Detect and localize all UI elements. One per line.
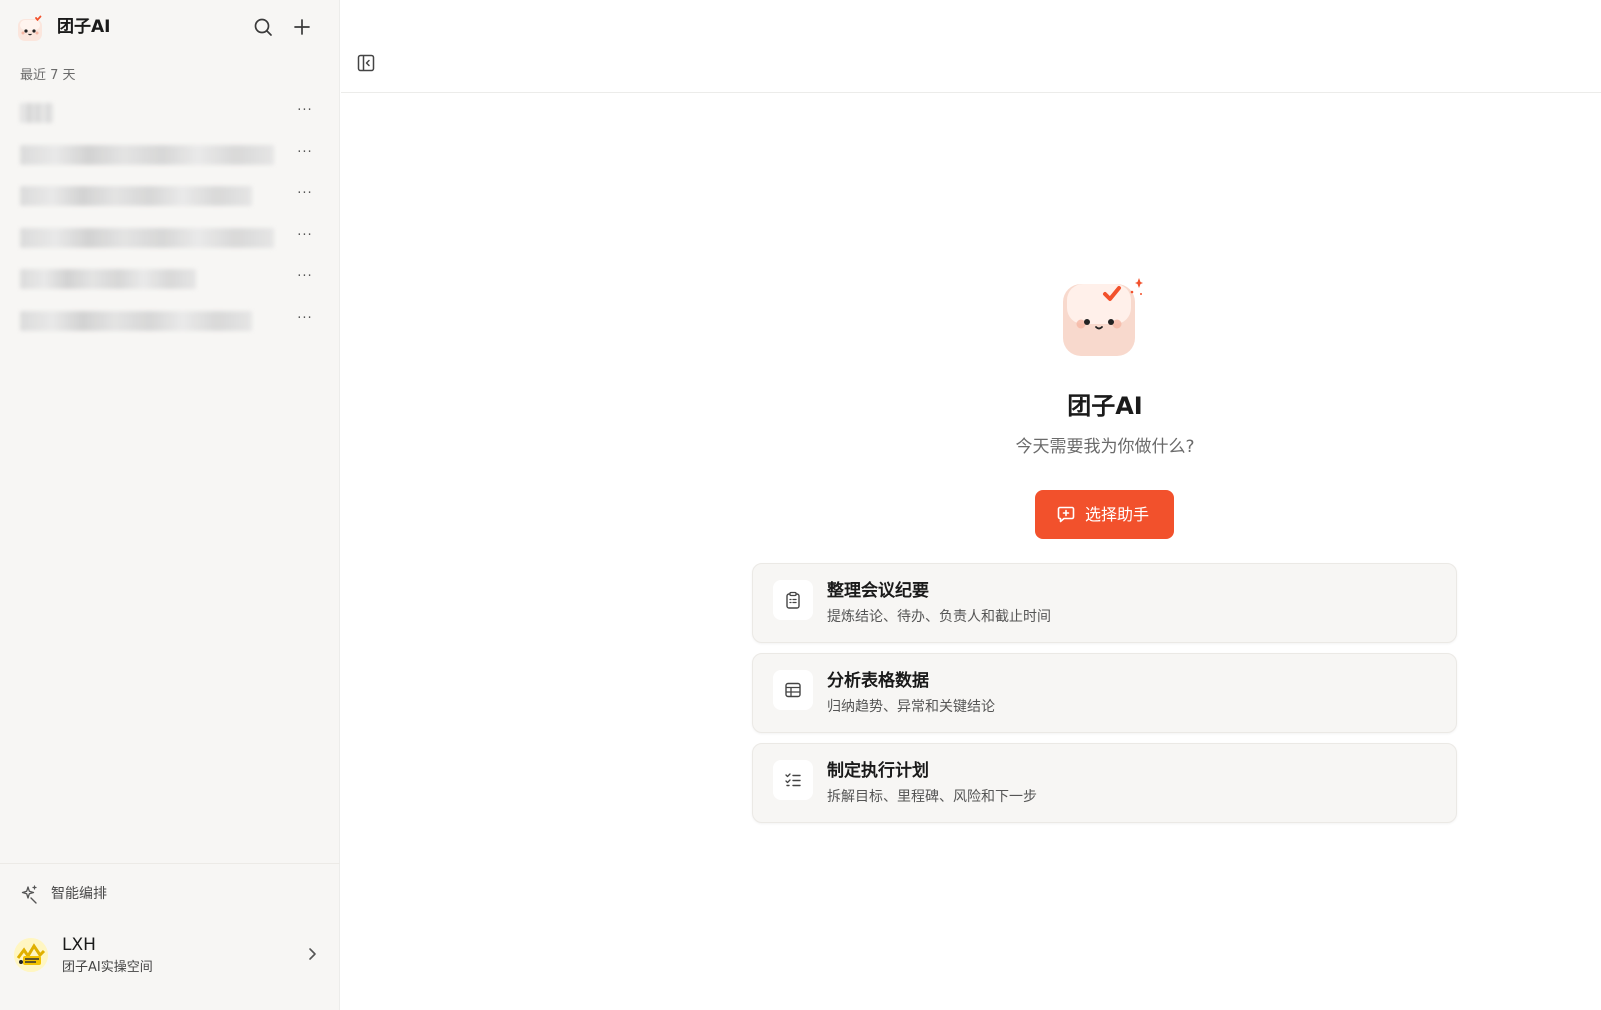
user-name: LXH <box>62 935 96 955</box>
smart-arrange-label: 智能编排 <box>51 886 107 902</box>
top-bar <box>341 0 1601 93</box>
card-icon-box <box>773 760 813 800</box>
conversation-item[interactable]: ··· <box>0 175 340 217</box>
more-options-button[interactable]: ··· <box>294 185 316 207</box>
card-icon-box <box>773 670 813 710</box>
redacted-title <box>20 310 252 331</box>
more-options-button[interactable]: ··· <box>294 102 316 124</box>
redacted-title <box>20 144 274 165</box>
app-title: 团子AI <box>57 17 111 37</box>
card-description: 拆解目标、里程碑、风险和下一步 <box>827 789 1037 805</box>
sparkle-wand-icon <box>21 885 37 904</box>
hero-subtitle: 今天需要我为你做什么? <box>1015 437 1195 457</box>
conversation-item[interactable]: ··· <box>0 258 340 300</box>
card-title: 制定执行计划 <box>827 761 929 781</box>
select-assistant-button[interactable]: 选择助手 <box>1035 490 1174 539</box>
redacted-title <box>20 227 274 248</box>
more-options-button[interactable]: ··· <box>294 144 316 166</box>
section-label-recent: 最近 7 天 <box>20 68 76 83</box>
suggestion-card-table-analysis[interactable]: 分析表格数据 归纳趋势、异常和关键结论 <box>752 653 1457 733</box>
sidebar: 团子AI 最近 7 天 ··· ··· ··· ··· ··· ··· 智能编排… <box>0 0 340 1010</box>
workspace-name: 团子AI实操空间 <box>62 960 153 975</box>
select-assistant-label: 选择助手 <box>1085 505 1150 524</box>
checklist-icon <box>785 773 801 787</box>
table-icon <box>785 682 801 698</box>
user-profile[interactable]: LXH 团子AI实操空间 <box>14 932 330 982</box>
mascot-icon <box>1063 278 1143 356</box>
new-chat-plus-icon[interactable] <box>290 15 314 39</box>
redacted-title <box>20 103 53 123</box>
message-plus-icon <box>1057 506 1075 523</box>
more-options-button[interactable]: ··· <box>294 268 316 290</box>
suggestion-card-meeting-notes[interactable]: 整理会议纪要 提炼结论、待办、负责人和截止时间 <box>752 563 1457 643</box>
user-avatar <box>14 938 48 972</box>
card-title: 分析表格数据 <box>827 671 929 691</box>
more-options-button[interactable]: ··· <box>294 227 316 249</box>
app-logo-icon <box>18 15 42 41</box>
more-options-button[interactable]: ··· <box>294 310 316 332</box>
conversation-list: ··· ··· ··· ··· ··· ··· <box>0 92 340 342</box>
suggestion-card-execution-plan[interactable]: 制定执行计划 拆解目标、里程碑、风险和下一步 <box>752 743 1457 823</box>
search-icon[interactable] <box>251 15 275 39</box>
redacted-title <box>20 186 252 207</box>
card-description: 归纳趋势、异常和关键结论 <box>827 699 995 715</box>
card-description: 提炼结论、待办、负责人和截止时间 <box>827 609 1051 625</box>
conversation-item[interactable]: ··· <box>0 92 340 134</box>
card-icon-box <box>773 580 813 620</box>
conversation-item[interactable]: ··· <box>0 300 340 342</box>
main-panel: 团子AI 今天需要我为你做什么? 选择助手 整理会议纪要 提炼结论、待办、负责人… <box>341 0 1601 1010</box>
card-title: 整理会议纪要 <box>827 581 929 601</box>
sidebar-divider <box>0 863 340 864</box>
sidebar-header: 团子AI <box>0 0 340 56</box>
conversation-item[interactable]: ··· <box>0 134 340 176</box>
conversation-item[interactable]: ··· <box>0 217 340 259</box>
clipboard-icon <box>786 591 800 609</box>
sidebar-toggle-icon[interactable] <box>356 53 376 73</box>
chevron-right-icon <box>309 948 316 960</box>
hero-title: 团子AI <box>1067 392 1143 420</box>
redacted-title <box>20 269 196 290</box>
